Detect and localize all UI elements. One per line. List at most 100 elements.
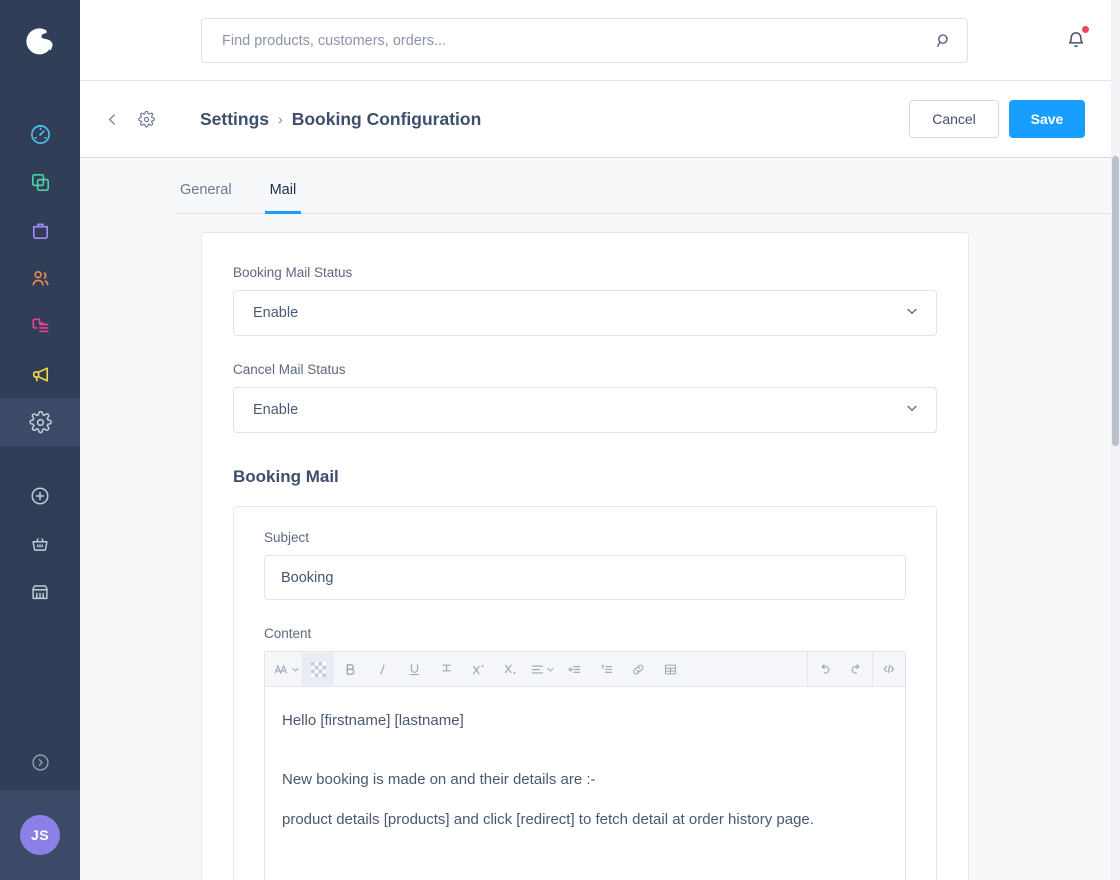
field-subject: Subject	[264, 530, 906, 600]
redo-icon[interactable]	[840, 653, 872, 686]
search-input[interactable]	[202, 32, 921, 49]
megaphone-icon	[32, 366, 48, 382]
sidebar-footer: JS	[0, 734, 80, 880]
tab-list: General Mail	[175, 158, 1120, 214]
bold-icon[interactable]	[334, 653, 366, 686]
sidebar-item-customers[interactable]	[0, 254, 80, 302]
action-bar: Settings › Booking Configuration Cancel …	[80, 81, 1120, 158]
sidebar-item-add[interactable]	[0, 472, 80, 520]
cancel-mail-status-select[interactable]: Enable	[233, 387, 937, 433]
basket-icon	[32, 538, 48, 551]
collapse-sidebar-button[interactable]	[0, 734, 80, 790]
action-buttons: Cancel Save	[909, 100, 1085, 138]
editor-toolbar	[265, 651, 905, 687]
booking-mail-status-select[interactable]: Enable	[233, 290, 937, 336]
sidebar-item-catalogues[interactable]	[0, 158, 80, 206]
sidebar-item-content[interactable]	[0, 302, 80, 350]
sidebar-item-settings[interactable]	[0, 398, 80, 446]
editor-toolbar-right-group	[808, 651, 905, 687]
tab-general[interactable]: General	[175, 182, 237, 214]
vertical-scrollbar-track[interactable]	[1111, 0, 1120, 880]
chevron-down-icon	[904, 303, 920, 323]
users-icon	[31, 270, 49, 285]
editor-content[interactable]: Hello [firstname] [lastname] New booking…	[265, 687, 905, 880]
underline-icon[interactable]	[398, 653, 430, 686]
settings-card: Booking Mail Status Enable Cancel Mail S…	[201, 232, 969, 880]
subscript-icon[interactable]	[494, 653, 526, 686]
sidebar-item-basket[interactable]	[0, 520, 80, 568]
chevron-right-circle-icon	[31, 753, 49, 771]
editor-line-2: New booking is made on and their details…	[282, 771, 596, 789]
booking-mail-section-title: Booking Mail	[233, 467, 339, 486]
sidebar-item-orders[interactable]	[0, 206, 80, 254]
back-button[interactable]	[98, 105, 126, 133]
chevron-down-icon	[904, 400, 920, 420]
brand-logo[interactable]	[0, 0, 80, 84]
save-button[interactable]: Save	[1009, 100, 1085, 138]
strikethrough-icon[interactable]	[430, 653, 462, 686]
sidebar-item-storefront[interactable]	[0, 568, 80, 616]
bullet-list-icon[interactable]	[558, 653, 590, 686]
breadcrumb-separator: ›	[278, 111, 283, 127]
user-menu[interactable]: JS	[0, 790, 80, 880]
subject-label: Subject	[264, 530, 310, 545]
code-view-icon[interactable]	[873, 653, 905, 686]
copy-stack-icon	[31, 173, 49, 191]
gear-icon	[28, 410, 52, 433]
rich-text-editor: Hello [firstname] [lastname] New booking…	[264, 651, 906, 880]
content-scroll-area: Booking Mail Status Enable Cancel Mail S…	[80, 214, 1120, 880]
editor-line-3: product details [products] and click [re…	[282, 810, 814, 828]
field-booking-mail-status: Booking Mail Status Enable	[233, 265, 937, 336]
plus-circle-icon	[31, 487, 49, 505]
font-style-icon[interactable]	[270, 653, 302, 686]
search-button[interactable]	[921, 19, 967, 62]
link-icon[interactable]	[622, 653, 654, 686]
gauge-icon	[30, 124, 50, 144]
sidebar-item-dashboard[interactable]	[0, 110, 80, 158]
bag-icon	[32, 222, 48, 239]
table-icon[interactable]	[654, 653, 686, 686]
breadcrumb: Settings › Booking Configuration	[200, 109, 481, 130]
sidebar-primary-nav	[0, 84, 80, 616]
notification-badge-dot	[1081, 25, 1090, 34]
editor-line-1: Hello [firstname] [lastname]	[282, 712, 464, 729]
vertical-scrollbar-thumb[interactable]	[1112, 156, 1119, 446]
field-content: Content Hello [firstname] [lastname] New…	[264, 626, 906, 880]
page-settings-button[interactable]	[132, 105, 160, 133]
notifications-button[interactable]	[1056, 20, 1096, 60]
cancel-mail-status-label: Cancel Mail Status	[233, 362, 346, 377]
breadcrumb-item-current: Booking Configuration	[291, 108, 482, 129]
breadcrumb-item-settings[interactable]: Settings	[200, 109, 269, 130]
sidebar: JS	[0, 0, 80, 880]
global-search[interactable]	[201, 18, 968, 63]
italic-icon[interactable]	[366, 653, 398, 686]
app-root: JS Find products, customers, orders... S…	[0, 0, 1120, 880]
sidebar-item-marketing[interactable]	[0, 350, 80, 398]
content-label: Content	[264, 626, 312, 641]
subject-input[interactable]	[264, 555, 906, 600]
gear-icon	[137, 110, 155, 127]
booking-mail-subcard: Subject Content	[233, 506, 937, 880]
main-area: Settings › Booking Configuration Cancel …	[80, 0, 1120, 880]
undo-icon[interactable]	[808, 653, 840, 686]
numbered-list-icon[interactable]	[590, 653, 622, 686]
topbar	[80, 0, 1120, 81]
tabs-container: General Mail	[80, 158, 1120, 214]
field-cancel-mail-status: Cancel Mail Status Enable	[233, 362, 937, 433]
chevron-left-icon	[108, 113, 115, 125]
superscript-icon[interactable]	[462, 653, 494, 686]
content-page-icon	[31, 317, 49, 332]
avatar[interactable]: JS	[20, 815, 60, 855]
booking-mail-status-value: Enable	[253, 305, 299, 321]
tab-mail[interactable]: Mail	[264, 182, 302, 214]
cancel-mail-status-value: Enable	[253, 402, 299, 418]
align-icon[interactable]	[526, 653, 558, 686]
store-icon	[32, 585, 48, 600]
shopware-logo-icon	[26, 28, 53, 55]
booking-mail-status-label: Booking Mail Status	[233, 265, 353, 280]
editor-toolbar-left-group	[265, 652, 807, 686]
cancel-button[interactable]: Cancel	[909, 100, 999, 138]
text-color-icon[interactable]	[302, 652, 334, 686]
